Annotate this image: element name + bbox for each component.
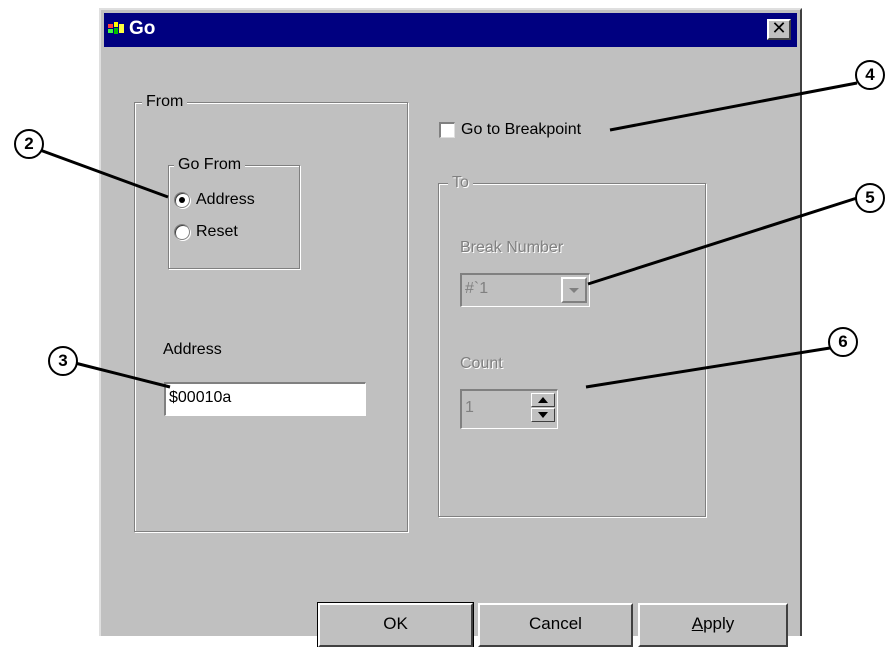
- callout-3: 3: [48, 346, 78, 376]
- callout-5: 5: [855, 183, 885, 213]
- callout-6: 6: [828, 327, 858, 357]
- callout-2: 2: [14, 129, 44, 159]
- callout-4: 4: [855, 60, 885, 90]
- callout-leaders: [39, 81, 858, 389]
